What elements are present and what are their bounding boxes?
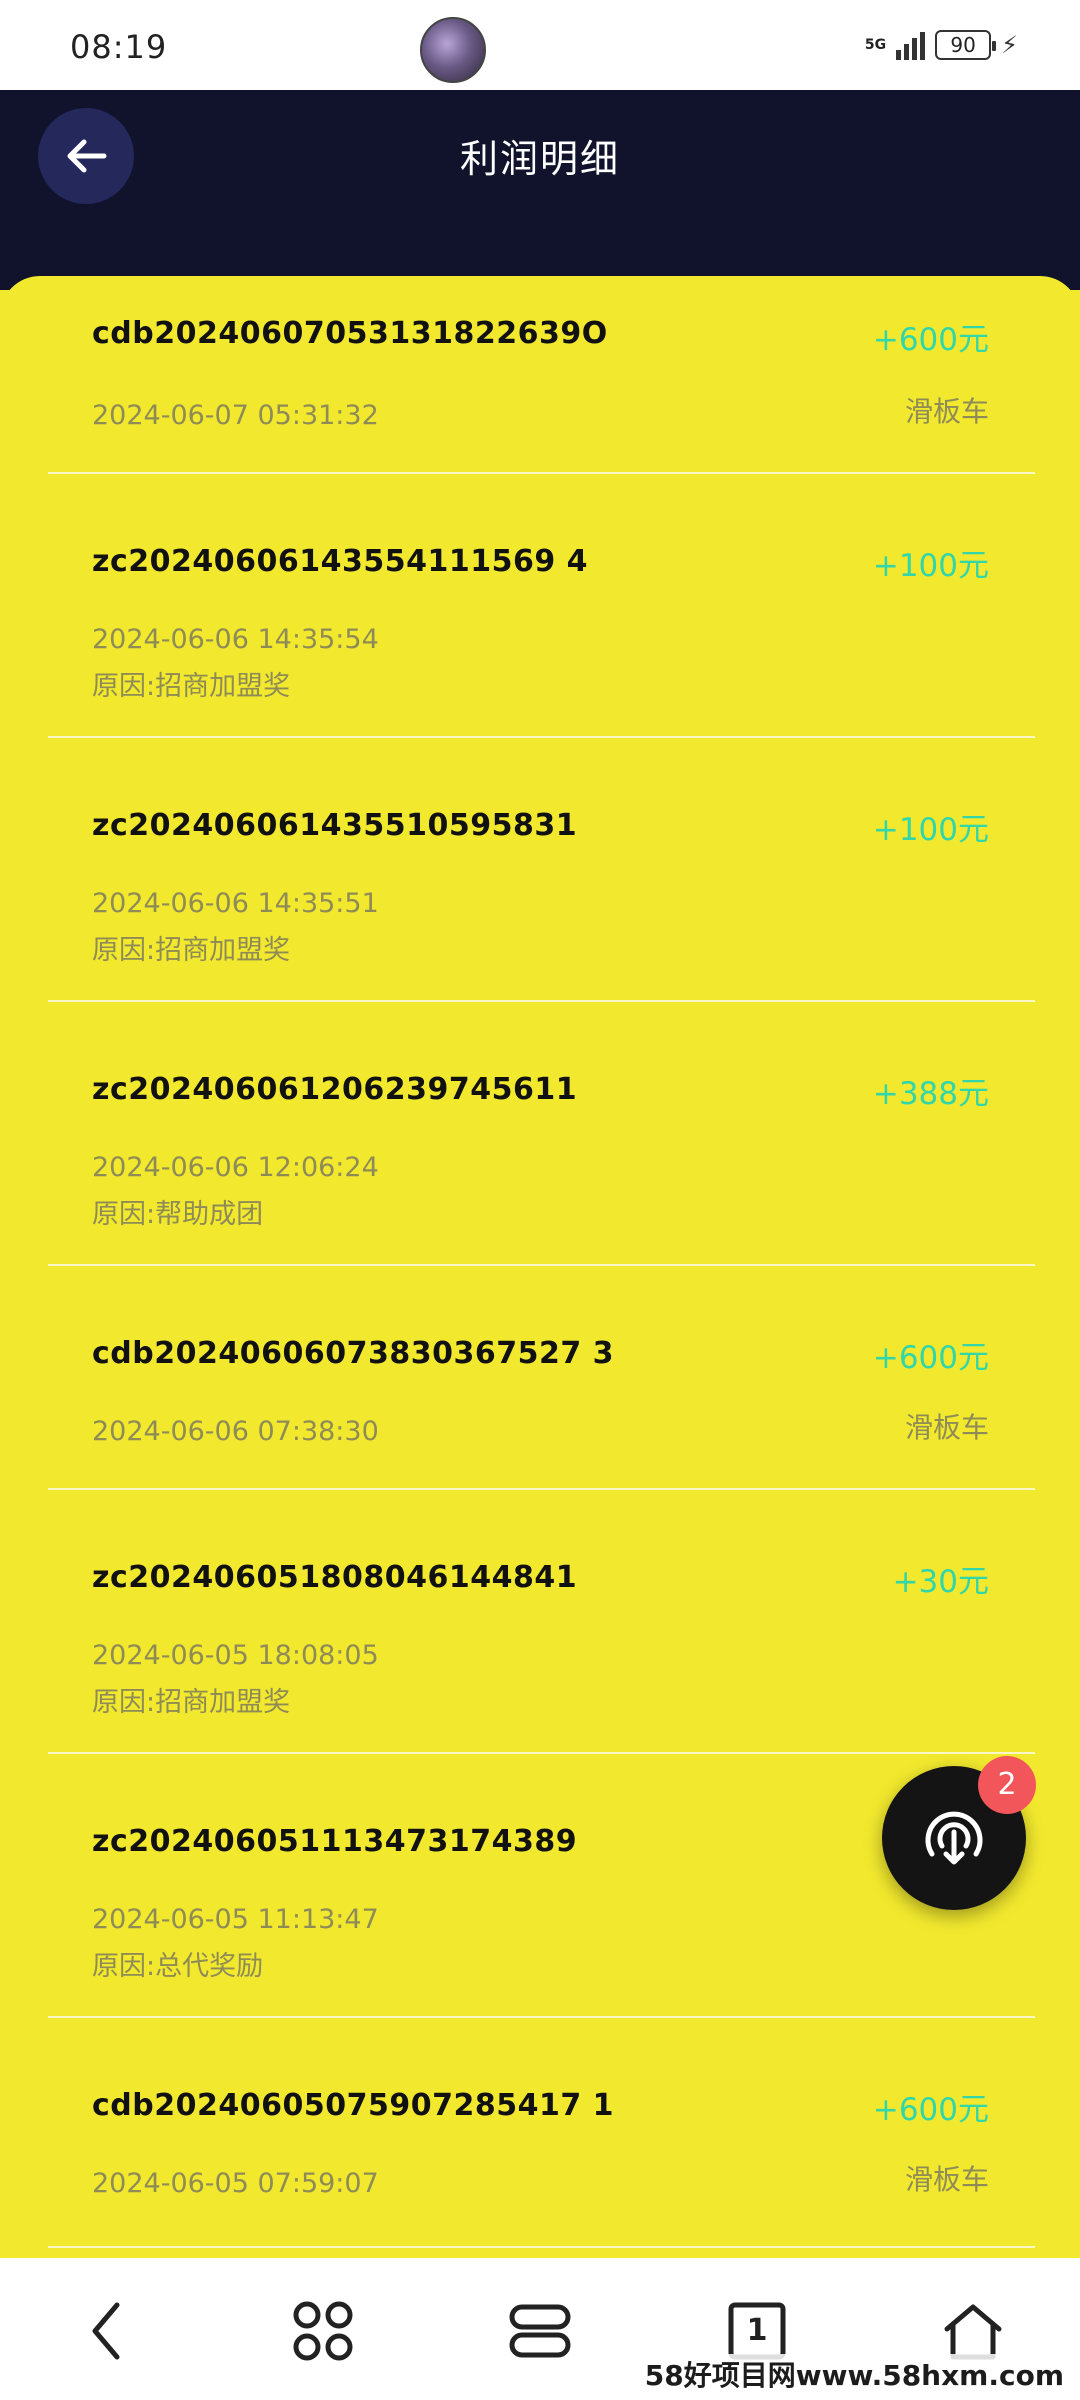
record-time: 2024-06-05 11:13:47 bbox=[92, 1904, 379, 1935]
profit-amount: +30元 bbox=[892, 1564, 989, 1600]
profit-amount: +100元 bbox=[872, 548, 989, 584]
home-icon bbox=[944, 2304, 1002, 2360]
profit-amount: +600元 bbox=[872, 1340, 989, 1376]
record-time: 2024-06-06 14:35:54 bbox=[92, 624, 379, 655]
avatar bbox=[420, 17, 486, 83]
order-id: zc20240606143554111569 4 bbox=[92, 544, 589, 579]
list-item[interactable]: zc202406051113473174389 2024-06-05 11:13… bbox=[48, 1754, 1035, 2018]
back-icon bbox=[92, 2302, 120, 2360]
order-id: cdb20240607053131822639O bbox=[92, 316, 608, 351]
nav-apps-button[interactable] bbox=[288, 2296, 358, 2366]
status-bar: 08:19 5G 90 ⚡ bbox=[0, 0, 1080, 90]
status-time: 08:19 bbox=[70, 28, 168, 66]
watermark: 58好项目网www.58hxm.com bbox=[638, 2354, 1070, 2394]
list-item[interactable]: zc20240606143554111569 4 2024-06-06 14:3… bbox=[48, 474, 1035, 738]
product-name: 滑板车 bbox=[904, 1411, 989, 1444]
order-id: zc202406051113473174389 bbox=[92, 1824, 578, 1859]
list-item[interactable]: zc202406051808046144841 2024-06-05 18:08… bbox=[48, 1490, 1035, 1754]
profit-reason: 原因:总代奖励 bbox=[92, 1951, 264, 1982]
page-title: 利润明细 bbox=[459, 137, 620, 181]
record-time: 2024-06-06 14:35:51 bbox=[92, 888, 379, 919]
profit-amount: +600元 bbox=[872, 322, 989, 358]
product-name: 滑板车 bbox=[904, 2163, 989, 2196]
profit-amount: +100元 bbox=[872, 812, 989, 848]
battery-level: 90 bbox=[950, 33, 976, 57]
network-type: 5G bbox=[864, 37, 887, 53]
notification-badge: 2 bbox=[978, 1756, 1036, 1814]
order-id: cdb20240605075907285417 1 bbox=[92, 2088, 615, 2123]
apps-icon bbox=[293, 2301, 353, 2361]
list-item[interactable]: zc202406061435510595831 2024-06-06 14:35… bbox=[48, 738, 1035, 1002]
download-broadcast-icon bbox=[925, 1811, 983, 1865]
tabs-icon bbox=[509, 2304, 571, 2358]
record-time: 2024-06-05 07:59:07 bbox=[92, 2168, 379, 2199]
order-id: zc202406051808046144841 bbox=[92, 1560, 578, 1595]
list-item[interactable]: cdb20240607053131822639O 2024-06-07 05:3… bbox=[48, 290, 1035, 474]
order-id: cdb20240606073830367527 3 bbox=[92, 1336, 615, 1371]
record-time: 2024-06-05 18:08:05 bbox=[92, 1640, 379, 1671]
record-time: 2024-06-07 05:31:32 bbox=[92, 400, 379, 431]
battery-icon: 90 bbox=[935, 30, 997, 60]
profit-reason: 原因:招商加盟奖 bbox=[92, 1687, 291, 1718]
nav-tabs-button[interactable] bbox=[505, 2296, 575, 2366]
profit-amount: +600元 bbox=[872, 2092, 989, 2128]
signal-icon bbox=[896, 30, 926, 60]
product-name: 滑板车 bbox=[904, 395, 989, 428]
profit-amount: +388元 bbox=[872, 1076, 989, 1112]
list-item[interactable]: cdb20240605075907285417 1 2024-06-05 07:… bbox=[48, 2018, 1035, 2248]
list-item[interactable]: zc202406061206239745611 2024-06-06 12:06… bbox=[48, 1002, 1035, 1266]
status-indicators: 5G 90 ⚡ bbox=[865, 30, 1018, 60]
profit-reason: 原因:招商加盟奖 bbox=[92, 671, 291, 702]
profit-reason: 原因:帮助成团 bbox=[92, 1199, 264, 1230]
charging-icon: ⚡ bbox=[1001, 31, 1018, 59]
nav-back-button[interactable] bbox=[72, 2296, 142, 2366]
record-time: 2024-06-06 07:38:30 bbox=[92, 1416, 379, 1447]
record-time: 2024-06-06 12:06:24 bbox=[92, 1152, 379, 1183]
profit-reason: 原因:招商加盟奖 bbox=[92, 935, 291, 966]
list-item[interactable]: cdb20240606073830367527 3 2024-06-06 07:… bbox=[48, 1266, 1035, 1490]
order-id: zc202406061435510595831 bbox=[92, 808, 578, 843]
order-id: zc202406061206239745611 bbox=[92, 1072, 578, 1107]
app-header: 利润明细 bbox=[0, 90, 1080, 290]
